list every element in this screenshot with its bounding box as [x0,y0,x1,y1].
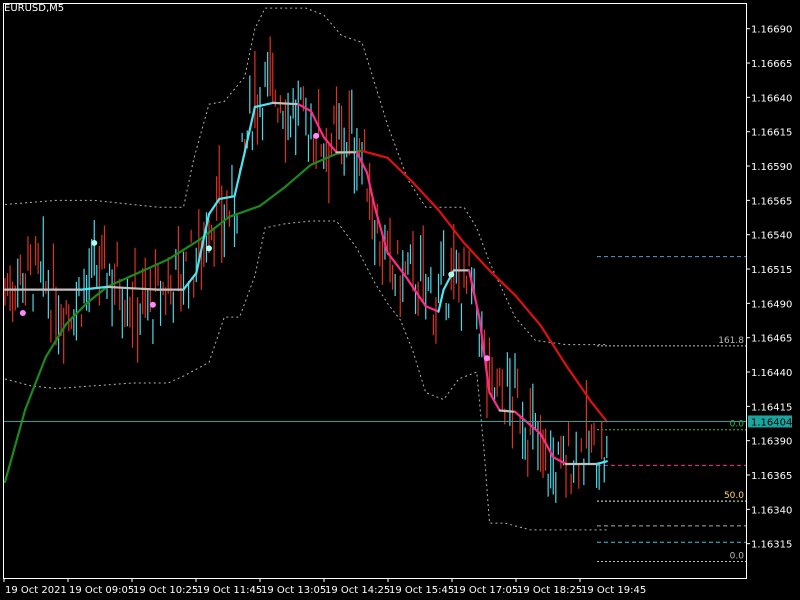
chart-title: EURUSD,M5 [4,3,65,14]
price-tick-label: 1.16590 [751,162,792,173]
price-tick-label: 1.16465 [751,334,792,345]
signal-dot [91,239,98,246]
price-tick-label: 1.16490 [751,299,792,310]
price-tick-label: 1.16540 [751,231,792,242]
price-tick-label: 1.16665 [751,59,792,70]
smooth-ma-segment [105,285,134,290]
fib-level-label: 0.0 [730,552,745,562]
time-tick-label: 19 Oct 14:25 [325,585,390,596]
current-price-value: 1.16404 [751,417,792,428]
signal-dot [149,301,156,308]
price-tick-label: 1.16440 [751,368,792,379]
price-tick-label: 1.16565 [751,196,792,207]
price-tick-label: 1.16615 [751,128,792,139]
price-tick-label: 1.16365 [751,471,792,482]
price-tick-label: 1.16690 [751,25,792,36]
smooth-ma-segment [498,409,517,413]
time-tick-label: 19 Oct 2021 [5,585,67,596]
time-tick-label: 19 Oct 09:05 [69,585,134,596]
price-tick-label: 1.16315 [751,540,792,551]
price-tick-label: 1.16390 [751,437,792,448]
price-tick-label: 1.16340 [751,505,792,516]
signal-dot [313,132,320,139]
signal-dot [483,355,490,362]
time-tick-label: 19 Oct 11:45 [197,585,262,596]
fib-level-label: 50.0 [724,491,744,501]
fib-level-label: 161.8 [718,336,744,346]
smooth-ma-segment [131,287,160,291]
signal-dot [19,309,26,316]
price-chart[interactable]: 161.80.050.00.0 1.16404 1.166901.166651.… [0,0,800,600]
time-tick-label: 19 Oct 10:25 [133,585,198,596]
signal-dot [448,271,455,278]
signal-dot [206,245,212,252]
time-tick-label: 19 Oct 19:45 [581,585,646,596]
time-tick-label: 19 Oct 17:05 [453,585,518,596]
price-tick-label: 1.16640 [751,93,792,104]
smooth-ma-segment [271,101,300,106]
time-tick-label: 19 Oct 18:25 [517,585,582,596]
time-tick-label: 19 Oct 13:05 [261,585,326,596]
price-tick-label: 1.16415 [751,402,792,413]
time-tick-label: 19 Oct 15:45 [389,585,454,596]
price-tick-label: 1.16515 [751,265,792,276]
